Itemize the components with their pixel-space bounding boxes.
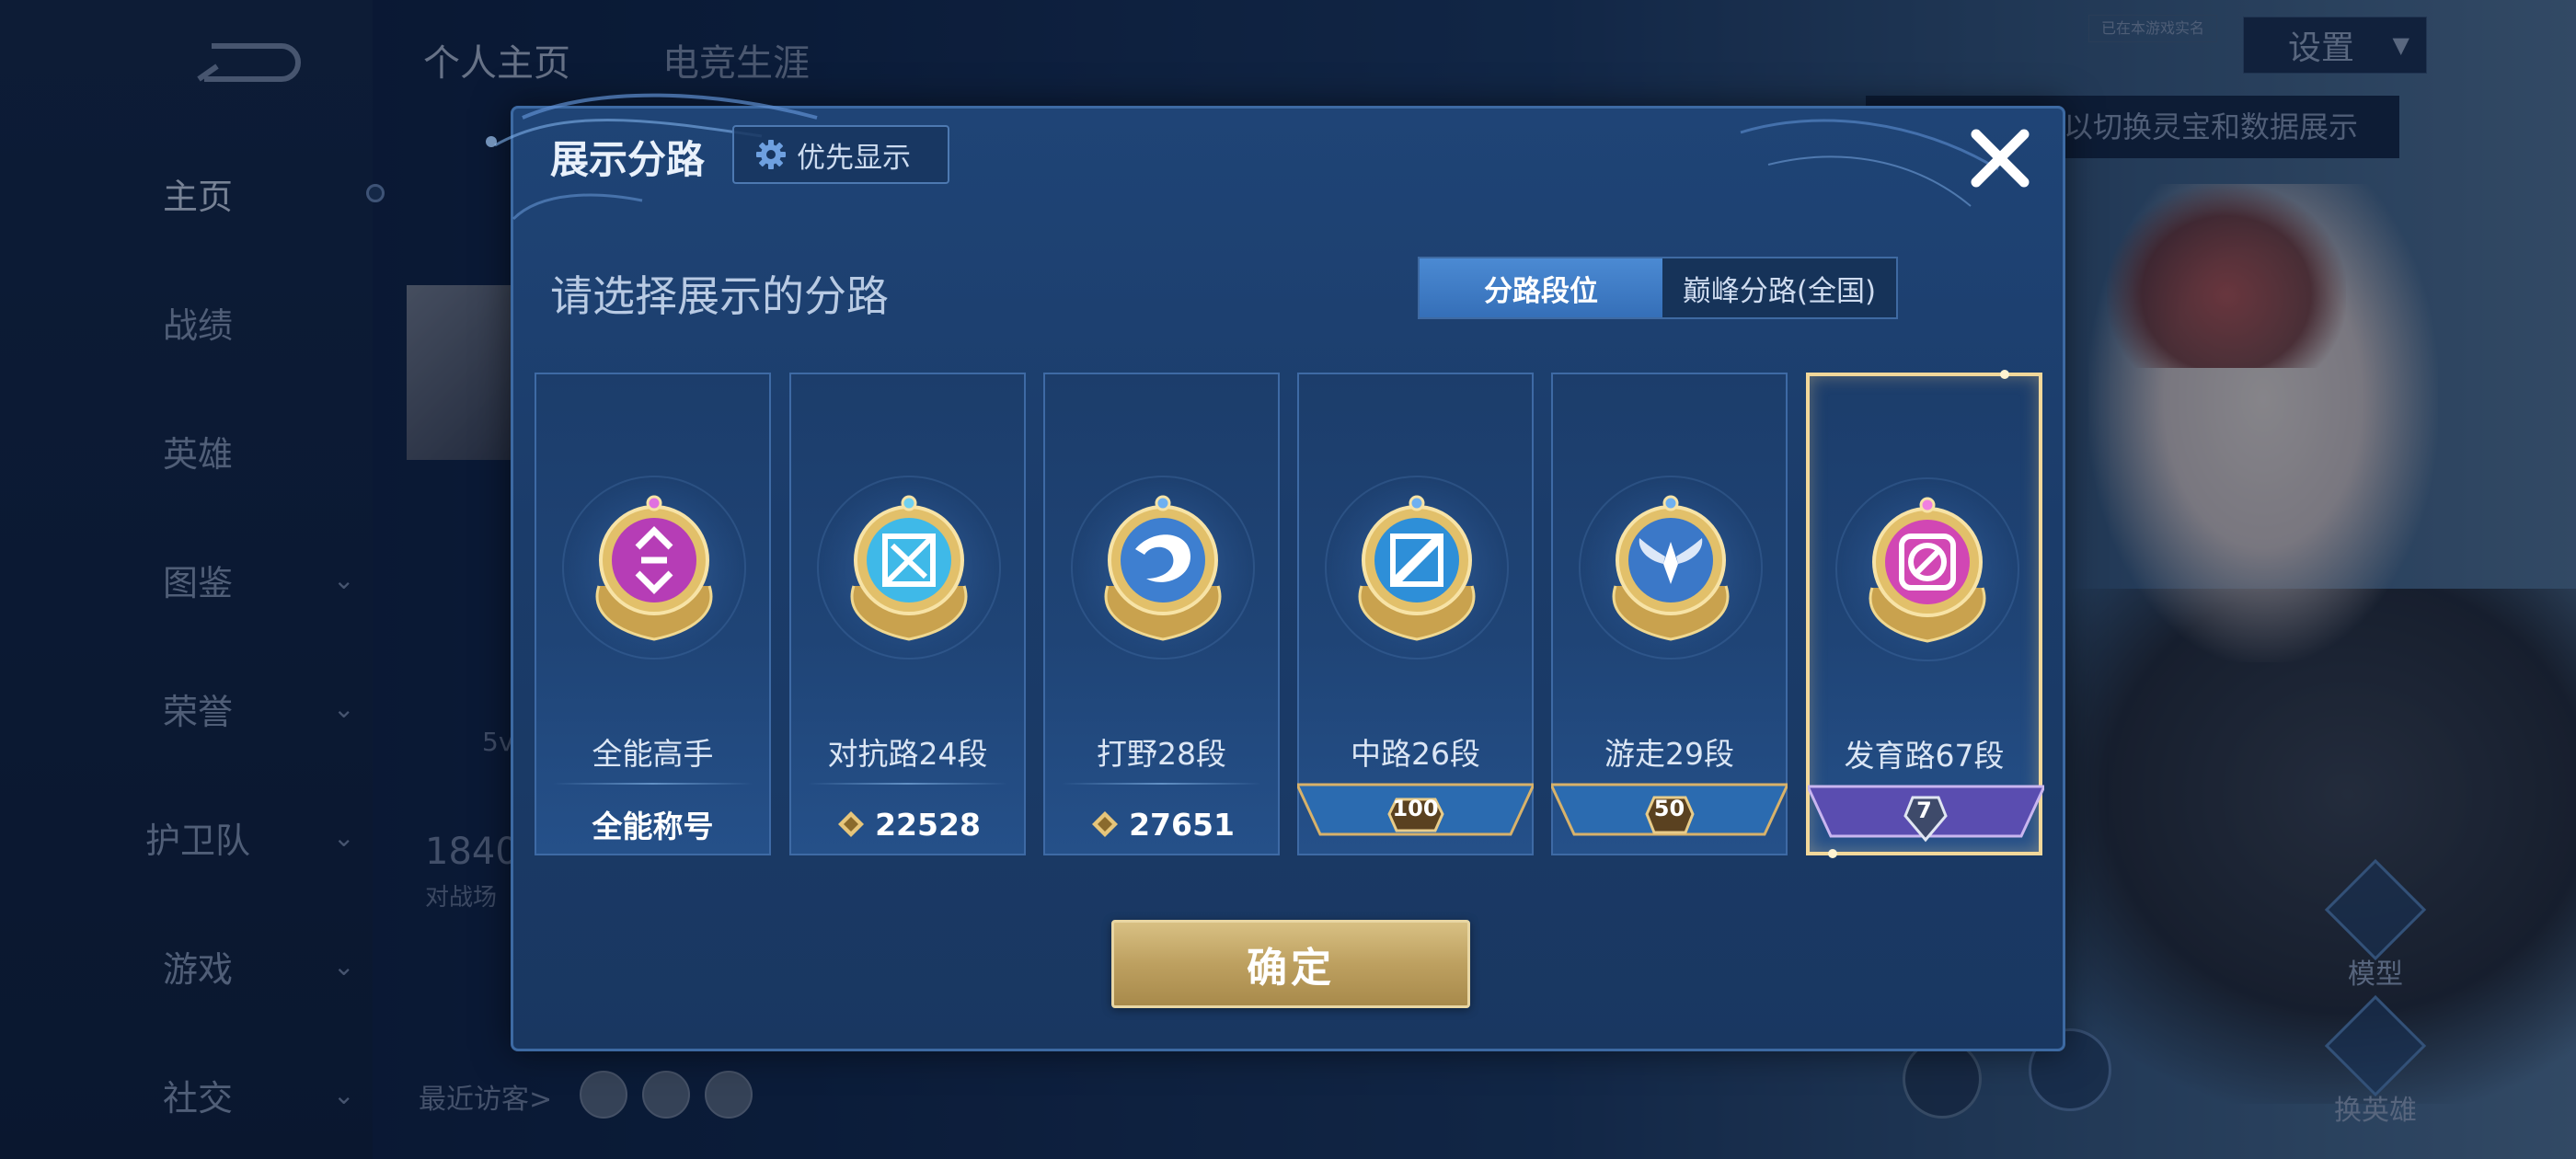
score-icon <box>838 811 865 837</box>
lane-name: 游走29段 <box>1604 736 1734 772</box>
lane-score: 27651 <box>1045 796 1278 853</box>
score-value: 27651 <box>1129 806 1235 843</box>
lane-name: 全能高手 <box>592 736 714 772</box>
peak-rank-number: 7 <box>1916 798 1932 823</box>
divider <box>808 783 1007 785</box>
tab-peak-lane[interactable]: 巅峰分路(全国) <box>1662 258 1896 317</box>
farm-lane-medal-icon <box>1869 497 1986 643</box>
lane-name: 中路26段 <box>1351 736 1480 772</box>
lane-name: 打野28段 <box>1097 736 1226 772</box>
selection-prompt: 请选择展示的分路 <box>550 271 889 321</box>
divider <box>1062 783 1261 785</box>
lane-card-farm[interactable]: 发育路67段 7 <box>1806 370 2044 858</box>
dialog-title: 展示分路 <box>550 137 706 182</box>
lane-name: 发育路67段 <box>1844 738 2005 774</box>
lane-card-list: 全能高手 全能称号 对抗路24段 22528 打野28段 27651 中路26段… <box>535 370 2045 858</box>
lane-score: 22528 <box>791 796 1024 853</box>
priority-display-button[interactable]: 优先显示 <box>732 125 949 184</box>
corner-dot <box>2000 370 2009 379</box>
roam-medal-icon <box>1612 495 1730 641</box>
badge-text: 全能称号 <box>592 809 714 844</box>
corner-dot <box>1828 849 1837 858</box>
peak-rank-number: 100 <box>1392 796 1439 821</box>
lane-badge-text: 全能称号 <box>536 796 769 853</box>
confirm-button[interactable]: 确定 <box>1111 920 1470 1008</box>
lane-card-roam[interactable]: 游走29段 50 <box>1551 373 1788 855</box>
tab-lane-rank[interactable]: 分路段位 <box>1420 258 1662 317</box>
lane-display-dialog: 展示分路 优先显示 请选择展示的分路 分路段位 巅峰分路(全国) 全能高手 全能… <box>486 93 2065 1051</box>
segment-control: 分路段位 巅峰分路(全国) <box>1418 257 1898 319</box>
peak-rank-number: 50 <box>1653 796 1685 821</box>
lane-card-mid[interactable]: 中路26段 100 <box>1297 373 1534 855</box>
jungle-medal-icon <box>1104 495 1222 641</box>
gear-icon <box>756 140 786 169</box>
score-icon <box>1092 811 1119 837</box>
lane-name: 对抗路24段 <box>827 736 988 772</box>
score-value: 22528 <box>875 806 981 843</box>
close-icon[interactable] <box>1963 121 2037 195</box>
all-round-medal-icon <box>595 495 713 641</box>
priority-display-label: 优先显示 <box>797 141 911 175</box>
lane-card-jungle[interactable]: 打野28段 27651 <box>1043 373 1280 855</box>
clash-lane-medal-icon <box>850 495 968 641</box>
mid-lane-medal-icon <box>1358 495 1476 641</box>
divider <box>553 783 753 785</box>
lane-card-all-round[interactable]: 全能高手 全能称号 <box>535 373 771 855</box>
lane-card-clash[interactable]: 对抗路24段 22528 <box>789 373 1026 855</box>
